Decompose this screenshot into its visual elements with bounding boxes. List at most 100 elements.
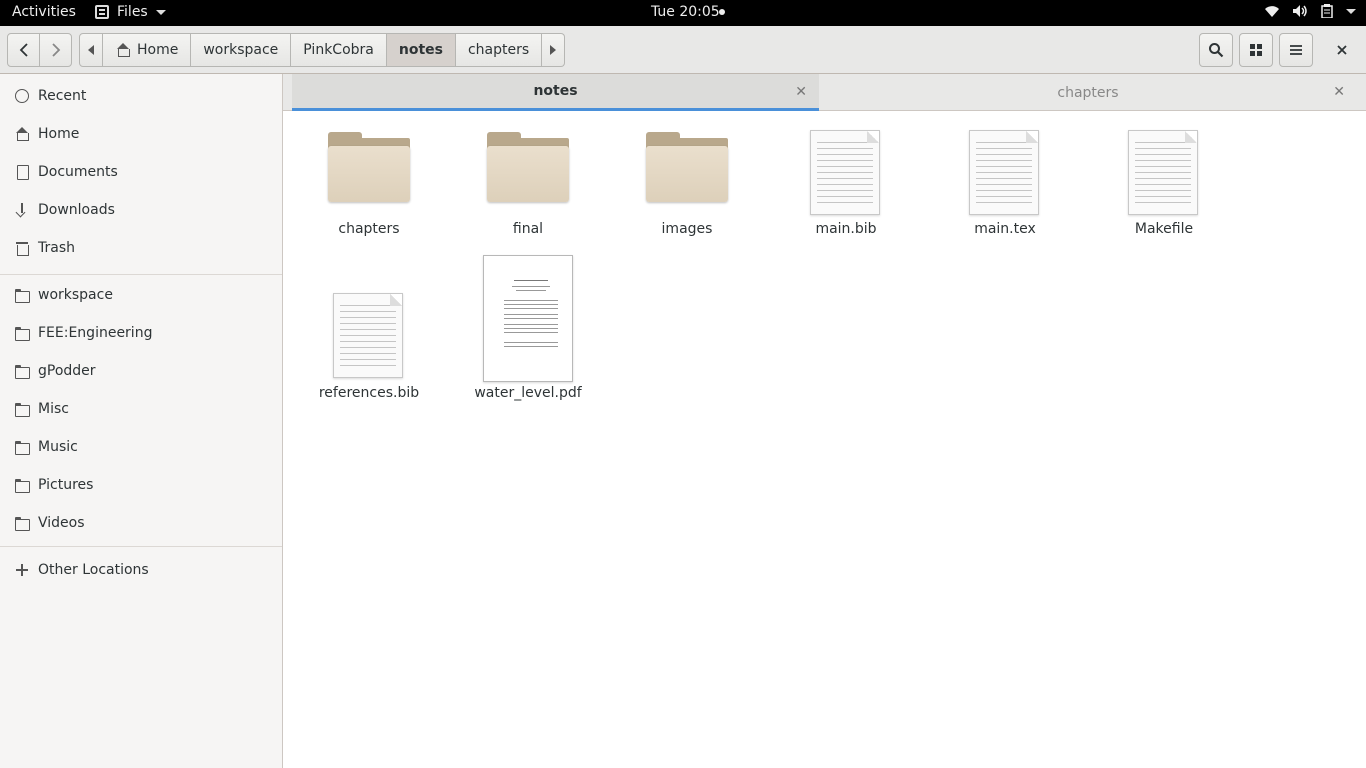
path-left-icon xyxy=(88,45,94,55)
sidebar-item-home[interactable]: Home xyxy=(0,115,282,153)
app-menu[interactable]: Files xyxy=(95,4,166,20)
path-right-icon xyxy=(550,45,557,55)
activities-button[interactable]: Activities xyxy=(12,4,76,20)
file-item[interactable]: main.tex xyxy=(945,130,1065,242)
forward-icon xyxy=(51,43,60,57)
file-name: chapters xyxy=(338,221,400,237)
header-bar: Home workspace PinkCobra notes chapters xyxy=(0,26,1366,74)
menu-button[interactable] xyxy=(1279,33,1313,67)
close-tab-icon[interactable]: ✕ xyxy=(795,84,807,100)
grid-view-icon xyxy=(1250,44,1262,56)
forward-button[interactable] xyxy=(39,33,72,67)
notification-dot-icon xyxy=(719,9,725,15)
folder-icon xyxy=(14,325,30,341)
tab-label: chapters xyxy=(1057,84,1119,101)
sidebar-item-music[interactable]: Music xyxy=(0,428,282,466)
sidebar-item-misc[interactable]: Misc xyxy=(0,390,282,428)
document-icon xyxy=(14,164,30,180)
sidebar-item-videos[interactable]: Videos xyxy=(0,504,282,542)
clock[interactable]: Tue 20:05 xyxy=(651,4,720,20)
sidebar-item-label: Downloads xyxy=(38,202,115,218)
path-label: Home xyxy=(137,42,179,58)
sidebar-item-downloads[interactable]: Downloads xyxy=(0,191,282,229)
folder-icon xyxy=(14,439,30,455)
system-menu-chevron-icon xyxy=(1346,8,1356,14)
sidebar-item-fee-engineering[interactable]: FEE:Engineering xyxy=(0,314,282,352)
folder-icon xyxy=(487,132,569,202)
chevron-down-icon xyxy=(155,9,166,15)
file-item[interactable]: main.bib xyxy=(786,130,906,242)
close-window-button[interactable] xyxy=(1327,33,1357,67)
file-name: Makefile xyxy=(1134,221,1194,237)
sidebar-item-label: Recent xyxy=(38,88,87,104)
file-item[interactable]: references.bib xyxy=(309,255,429,405)
tab-bar: notes ✕ chapters ✕ xyxy=(283,74,1366,111)
file-grid: chapters final images main.bib main.tex … xyxy=(283,112,1366,768)
tab-notes[interactable]: notes ✕ xyxy=(292,74,819,111)
files-app-icon xyxy=(95,5,109,19)
back-icon xyxy=(19,43,28,57)
top-bar: Activities Files Tue 20:05 xyxy=(0,0,1366,26)
path-label: notes xyxy=(398,42,443,58)
system-tray[interactable] xyxy=(1264,4,1356,18)
pdf-thumbnail-icon xyxy=(483,255,573,382)
back-button[interactable] xyxy=(7,33,40,67)
file-name: main.bib xyxy=(815,221,877,237)
file-item[interactable]: final xyxy=(468,130,588,242)
path-scroll-right-button[interactable] xyxy=(542,33,566,67)
sidebar-item-label: FEE:Engineering xyxy=(38,325,153,341)
path-label: chapters xyxy=(467,42,530,58)
sidebar-item-label: gPodder xyxy=(38,363,96,379)
file-name: main.tex xyxy=(974,221,1036,237)
file-item[interactable]: water_level.pdf xyxy=(468,255,588,405)
sidebar-item-workspace[interactable]: workspace xyxy=(0,276,282,314)
text-file-icon xyxy=(333,293,403,378)
folder-icon xyxy=(14,515,30,531)
file-name: water_level.pdf xyxy=(474,385,582,401)
close-icon xyxy=(1337,45,1347,55)
sidebar-item-label: Trash xyxy=(38,240,75,256)
search-icon xyxy=(1209,43,1224,58)
sidebar-item-label: Music xyxy=(38,439,78,455)
sidebar: Recent Home Documents Downloads Trash wo… xyxy=(0,74,283,768)
close-tab-icon[interactable]: ✕ xyxy=(1333,84,1345,100)
sidebar-item-label: Videos xyxy=(38,515,85,531)
wifi-icon xyxy=(1265,6,1279,17)
file-item[interactable]: images xyxy=(627,130,747,242)
path-bar: Home workspace PinkCobra notes chapters xyxy=(79,33,566,67)
file-name: references.bib xyxy=(318,385,420,401)
path-scroll-left-button[interactable] xyxy=(79,33,103,67)
sidebar-item-other-locations[interactable]: Other Locations xyxy=(0,551,282,589)
path-segment-chapters[interactable]: chapters xyxy=(455,33,543,67)
path-segment-workspace[interactable]: workspace xyxy=(191,33,292,67)
sidebar-item-trash[interactable]: Trash xyxy=(0,229,282,267)
text-file-icon xyxy=(969,130,1039,215)
folder-icon xyxy=(328,132,410,202)
tab-label: notes xyxy=(533,83,578,99)
folder-icon xyxy=(14,287,30,303)
sidebar-item-recent[interactable]: Recent xyxy=(0,77,282,115)
view-toggle-button[interactable] xyxy=(1239,33,1273,67)
clock-icon xyxy=(14,88,30,104)
menu-icon xyxy=(1290,45,1302,55)
file-item[interactable]: chapters xyxy=(309,130,429,242)
search-button[interactable] xyxy=(1199,33,1233,67)
path-segment-notes[interactable]: notes xyxy=(386,33,456,67)
sidebar-separator xyxy=(0,546,282,547)
path-segment-pinkcobra[interactable]: PinkCobra xyxy=(291,33,387,67)
text-file-icon xyxy=(1128,130,1198,215)
plus-icon xyxy=(14,562,30,578)
sidebar-item-label: Pictures xyxy=(38,477,94,493)
clipboard-icon xyxy=(1321,4,1333,18)
path-label: PinkCobra xyxy=(303,42,374,58)
sidebar-item-label: Documents xyxy=(38,164,118,180)
path-segment-home[interactable]: Home xyxy=(103,33,192,67)
sidebar-item-label: Home xyxy=(38,126,80,142)
sidebar-item-label: workspace xyxy=(38,287,113,303)
sidebar-item-pictures[interactable]: Pictures xyxy=(0,466,282,504)
sidebar-item-gpodder[interactable]: gPodder xyxy=(0,352,282,390)
sidebar-item-documents[interactable]: Documents xyxy=(0,153,282,191)
file-item[interactable]: Makefile xyxy=(1104,130,1224,242)
tab-chapters[interactable]: chapters ✕ xyxy=(819,74,1357,111)
text-file-icon xyxy=(810,130,880,215)
